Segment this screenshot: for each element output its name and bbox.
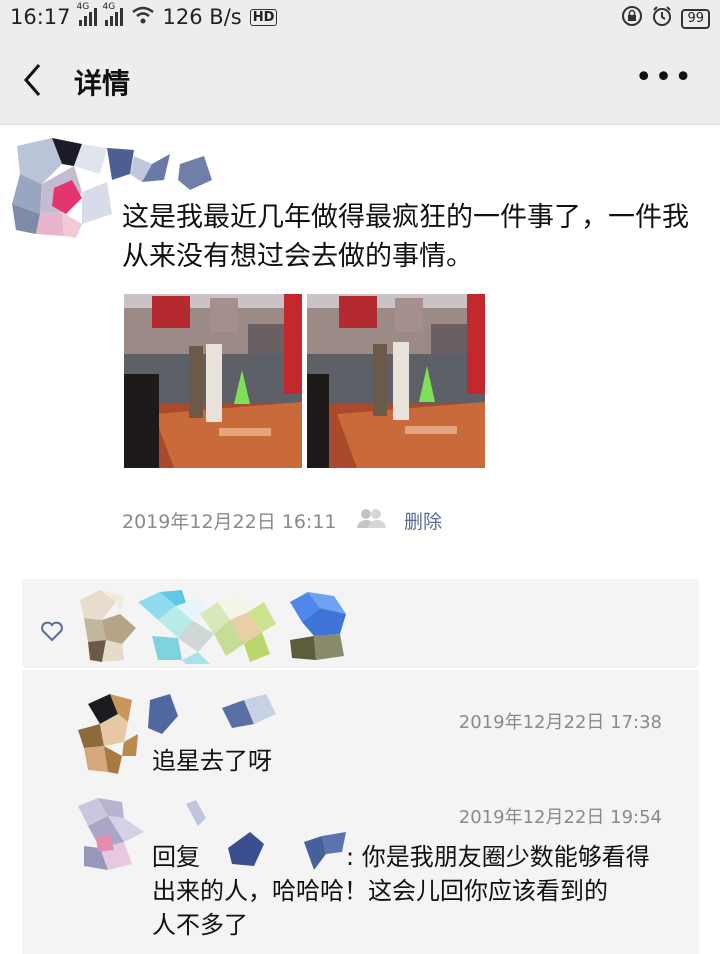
battery-icon: 99 (681, 8, 710, 29)
status-bar: 16:17 4G 4G 126 B/s HD 99 (0, 0, 720, 36)
comment-text[interactable]: 人不多了 (152, 908, 248, 942)
alarm-icon (651, 5, 673, 32)
signal-icon: 4G (103, 2, 123, 26)
back-button[interactable] (22, 62, 42, 98)
liker-avatar[interactable] (200, 594, 280, 668)
visibility-icon[interactable] (356, 507, 386, 529)
lock-rotation-icon (621, 5, 643, 32)
concert-stage-photo (124, 294, 302, 468)
liker-avatar[interactable] (290, 592, 348, 666)
commenter-name-redacted[interactable] (148, 694, 288, 748)
comment-reply-prefix[interactable]: 回复 (152, 840, 200, 874)
concert-stage-photo (307, 294, 485, 468)
hd-icon: HD (249, 8, 278, 26)
post-photo[interactable] (124, 294, 302, 468)
comment-text[interactable]: 出来的人，哈哈哈！这会儿回你应该看到的 (152, 874, 608, 908)
heart-icon (40, 620, 64, 642)
post-timestamp: 2019年12月22日 16:11 (122, 511, 337, 533)
liker-avatar[interactable] (80, 590, 142, 668)
more-button[interactable]: ••• (635, 63, 694, 93)
commenter-name-redacted[interactable] (184, 800, 208, 832)
comment-timestamp: 2019年12月22日 17:38 (458, 712, 662, 733)
post-photo[interactable] (307, 294, 485, 468)
comment-text[interactable]: 追星去了呀 (152, 744, 272, 778)
wifi-icon (131, 5, 155, 29)
commenter-avatar[interactable] (78, 694, 138, 778)
post-text: 这是我最近几年做得最疯狂的一件事了，一件我从来没有想过会去做的事情。 (122, 202, 689, 272)
network-speed: 126 B/s (162, 5, 242, 29)
delete-button[interactable]: 删除 (404, 507, 442, 534)
signal-icon: 4G (77, 2, 97, 26)
commenter-avatar[interactable] (78, 798, 144, 874)
reply-target-redacted[interactable] (224, 832, 348, 876)
clock: 16:17 (10, 5, 71, 29)
chevron-left-icon (24, 64, 41, 96)
page-title: 详情 (74, 67, 131, 100)
navigation-bar: 详情 ••• (0, 36, 720, 125)
comment-timestamp: 2019年12月22日 19:54 (458, 807, 662, 828)
comment-text[interactable]: : 你是我朋友圈少数能够看得 (346, 840, 650, 874)
